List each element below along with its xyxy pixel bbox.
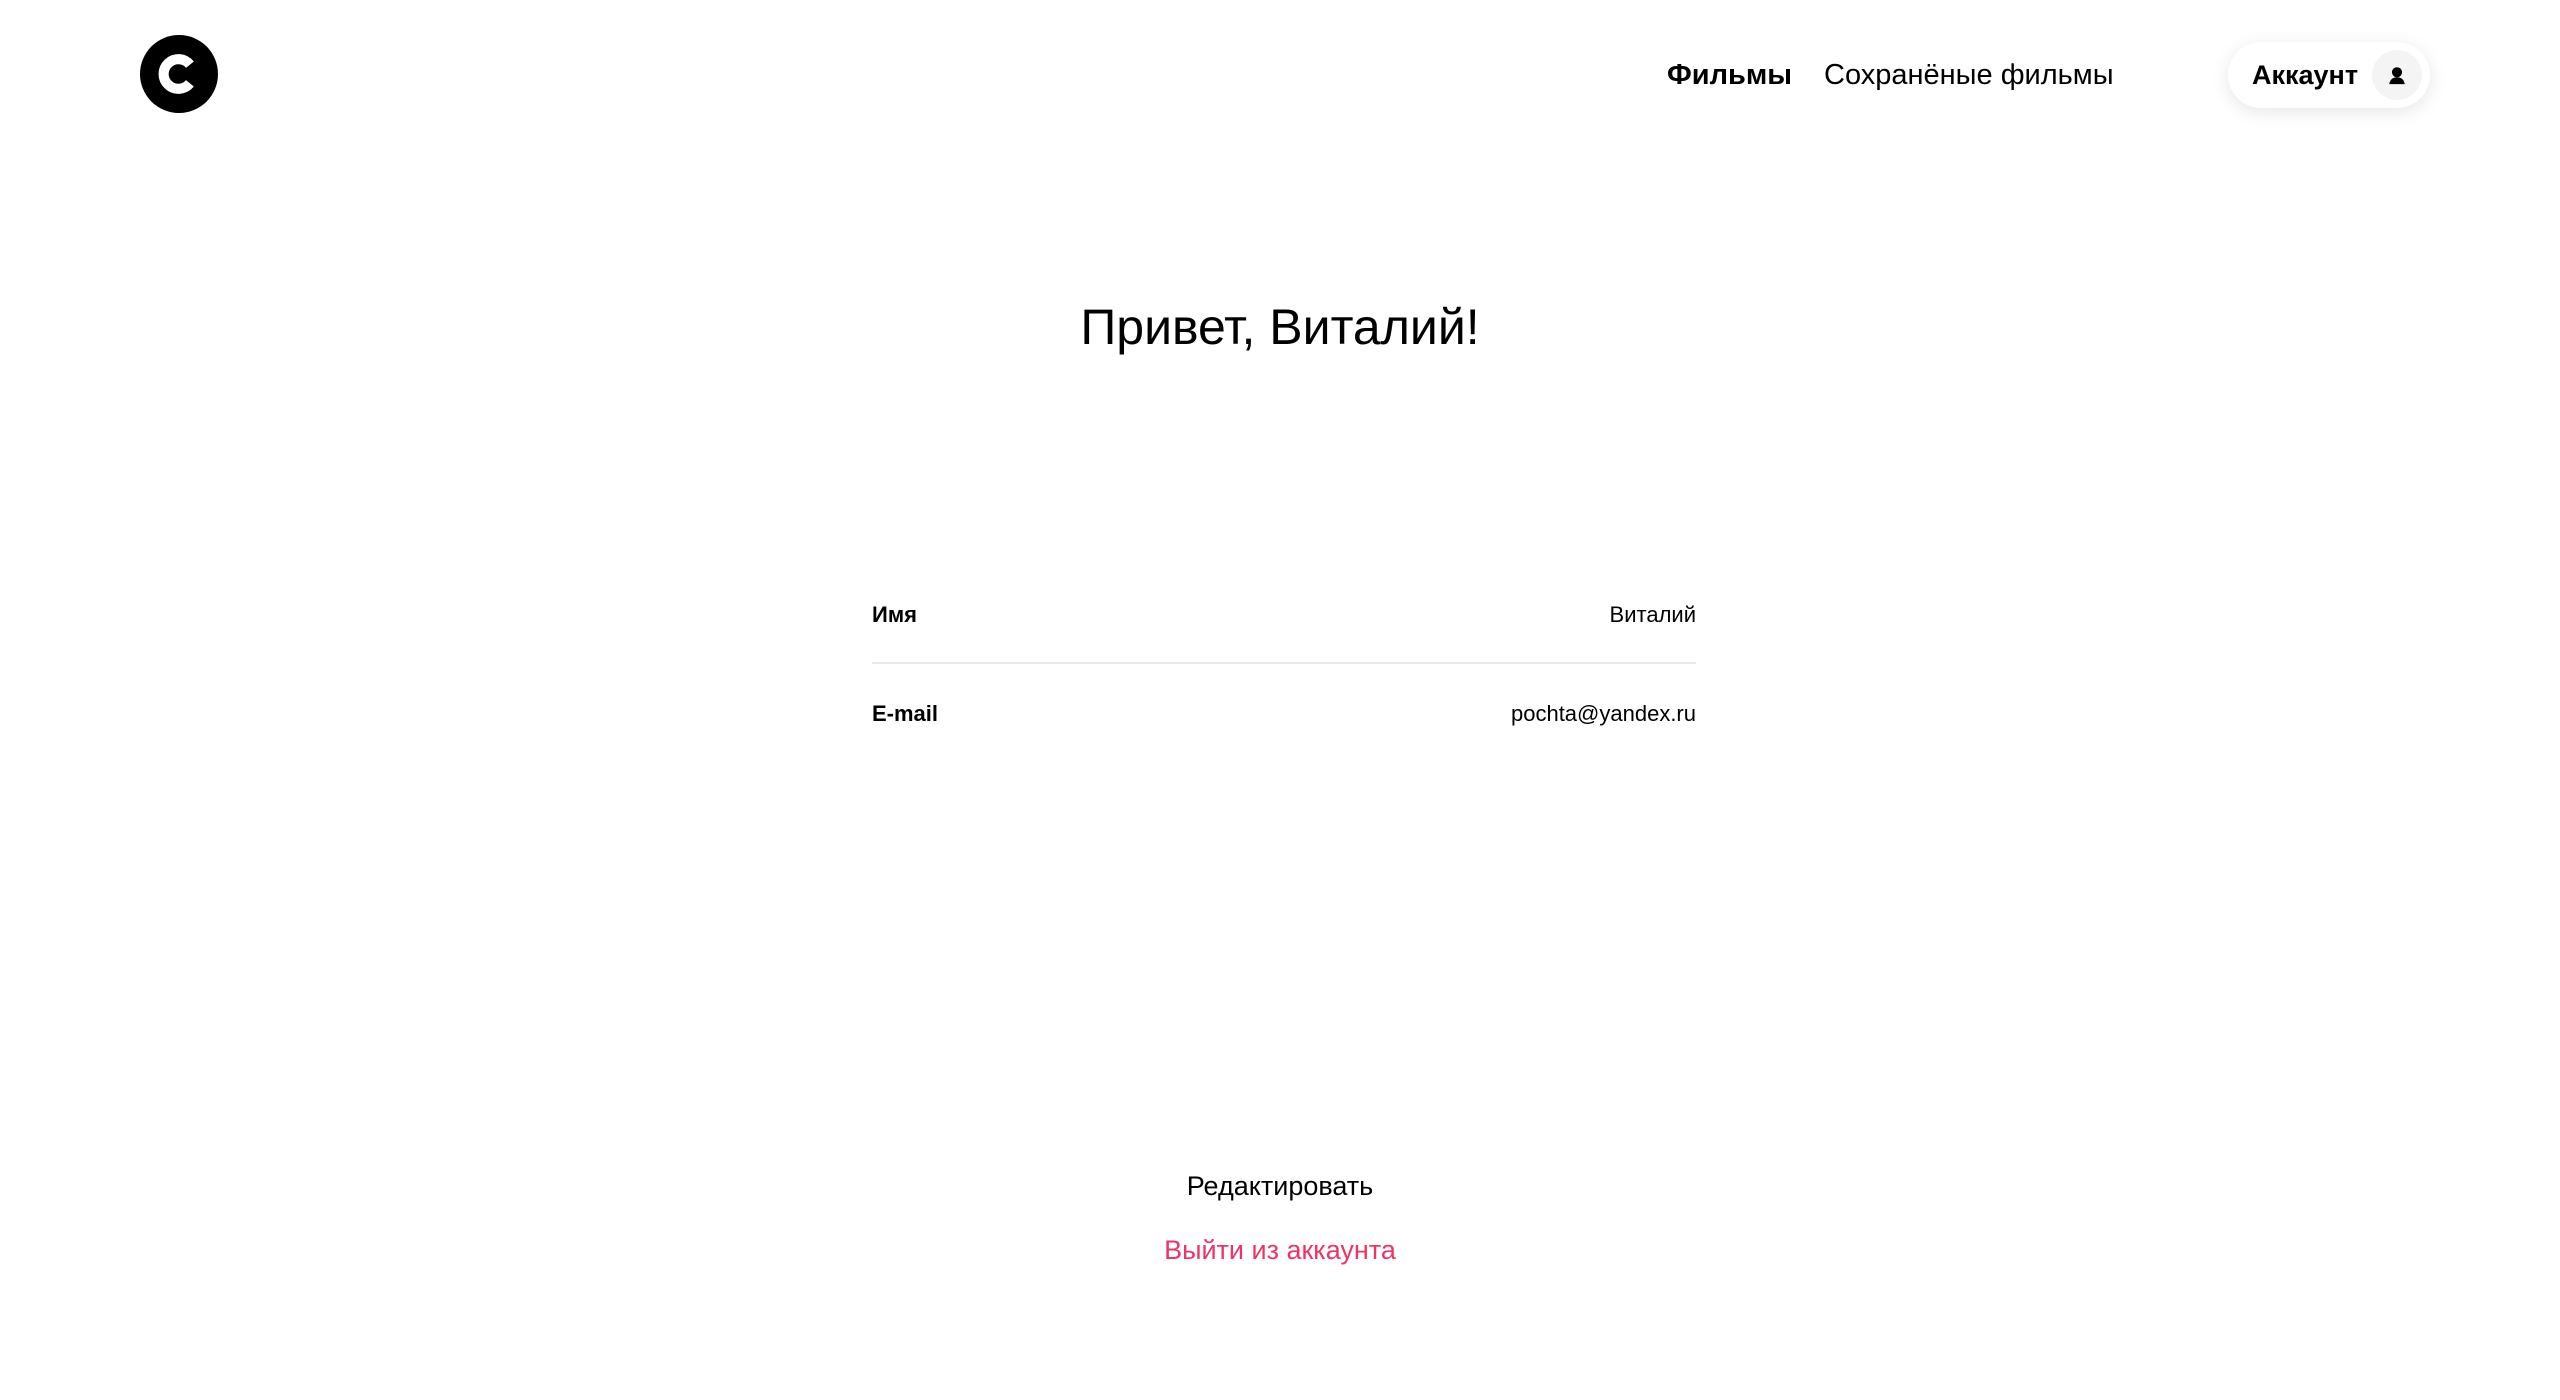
c-circle-logo-icon	[140, 35, 218, 113]
edit-profile-button[interactable]: Редактировать	[1187, 1166, 1374, 1206]
site-header: Фильмы Сохранёные фильмы Аккаунт	[0, 0, 2560, 150]
logout-container: Выйти из аккаунта	[0, 1230, 2560, 1270]
profile-row-name: Имя Виталий	[872, 590, 1696, 664]
nav-link-saved-films[interactable]: Сохранёные фильмы	[1824, 50, 2114, 100]
account-button-label: Аккаунт	[2252, 59, 2359, 90]
profile-info: Имя Виталий E-mail pochta@yandex.ru	[872, 590, 1696, 739]
account-button[interactable]: Аккаунт	[2228, 42, 2430, 108]
logo-icon[interactable]	[140, 35, 218, 113]
email-value: pochta@yandex.ru	[1510, 701, 1696, 726]
nav-link-films[interactable]: Фильмы	[1667, 50, 1792, 100]
email-label: E-mail	[872, 701, 939, 726]
profile-row-email: E-mail pochta@yandex.ru	[872, 689, 1696, 739]
greeting-title: Привет, Виталий!	[1080, 299, 1480, 355]
user-icon	[2372, 50, 2422, 100]
edit-profile-container: Редактировать	[0, 1166, 2560, 1206]
name-value: Виталий	[1609, 602, 1696, 627]
logout-button[interactable]: Выйти из аккаунта	[1164, 1230, 1396, 1270]
name-label: Имя	[872, 602, 917, 627]
